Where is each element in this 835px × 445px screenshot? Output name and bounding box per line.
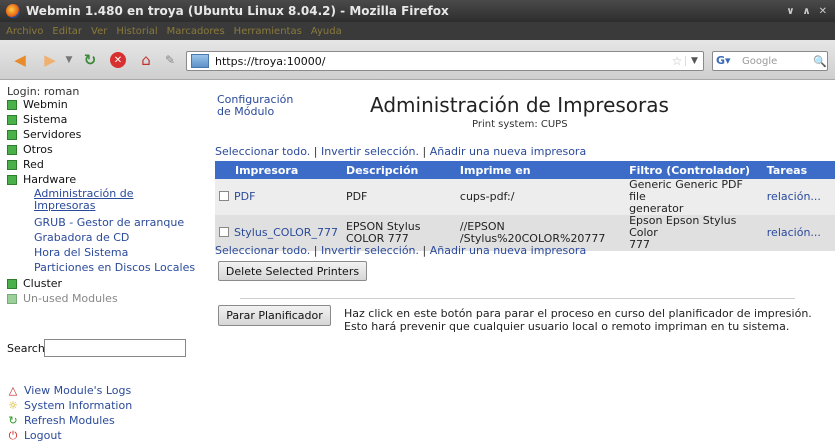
stop-icon[interactable]: ✕ — [108, 50, 128, 70]
main-content: Configuración de Módulo Administración d… — [207, 81, 835, 445]
jobs-link[interactable]: relación... — [767, 226, 821, 239]
category-icon — [7, 114, 17, 125]
row-checkbox[interactable] — [219, 227, 229, 237]
delete-selected-printers-button[interactable]: Delete Selected Printers — [218, 261, 367, 281]
printer-filter: Generic Generic PDF file generator — [625, 179, 763, 215]
module-particiones[interactable]: Particiones en Discos Locales — [34, 262, 195, 274]
window-menu-icon[interactable]: ∨ — [786, 6, 794, 17]
forward-arrow-icon[interactable]: ▶ — [40, 50, 60, 70]
module-administracion-impresoras[interactable]: Administración de Impresoras — [34, 188, 154, 212]
home-icon[interactable]: ⌂ — [136, 50, 156, 70]
menu-historial[interactable]: Historial — [116, 26, 157, 37]
bookmark-icon[interactable]: ✎ — [160, 50, 180, 70]
add-printer-link[interactable]: Añadir una nueva impresora — [430, 244, 586, 257]
category-icon — [7, 174, 17, 185]
category-red[interactable]: Red — [7, 158, 44, 171]
add-printer-link[interactable]: Añadir una nueva impresora — [430, 145, 586, 158]
menubar: Archivo Editar Ver Historial Marcadores … — [0, 22, 835, 40]
window-close-icon[interactable]: ✕ — [819, 6, 827, 17]
stop-scheduler-button[interactable]: Parar Planificador — [218, 305, 331, 326]
url-dropdown-icon[interactable]: ▼ — [685, 56, 703, 66]
site-identity-icon[interactable] — [191, 54, 209, 68]
refresh-modules-link[interactable]: ↻ Refresh Modules — [7, 414, 114, 427]
warning-triangle-icon: △ — [8, 384, 18, 397]
col-descripcion: Descripción — [341, 161, 456, 179]
divider — [240, 298, 795, 299]
system-information-link[interactable]: ☼ System Information — [7, 399, 132, 412]
url-bar[interactable]: https://troya:10000/ ☆ ▼ — [186, 51, 704, 71]
select-all-link[interactable]: Seleccionar todo. — [215, 145, 310, 158]
window-titlebar: Webmin 1.480 en troya (Ubuntu Linux 8.04… — [0, 0, 835, 22]
action-links-top: Seleccionar todo. | Invertir selección. … — [215, 145, 587, 158]
menu-editar[interactable]: Editar — [52, 26, 82, 37]
search-label: Search: — [7, 342, 49, 355]
invert-selection-link[interactable]: Invertir selección. — [321, 145, 419, 158]
module-hora-sistema[interactable]: Hora del Sistema — [34, 247, 128, 259]
printer-filter: Epson Epson Stylus Color 777 — [625, 215, 763, 251]
printer-name-link[interactable]: PDF — [234, 190, 255, 203]
refresh-icon: ↻ — [8, 414, 18, 427]
printer-uri: cups-pdf:/ — [455, 179, 626, 215]
col-imprime-en: Imprime en — [455, 161, 626, 179]
search-icon[interactable]: 🔍 — [813, 55, 827, 68]
logout-icon: ⏻ — [8, 428, 18, 442]
menu-archivo[interactable]: Archivo — [6, 26, 43, 37]
printers-table: Impresora Descripción Imprime en Filtro … — [215, 161, 835, 251]
back-arrow-icon[interactable]: ◀ — [10, 50, 30, 70]
view-logs-link[interactable]: △ View Module's Logs — [7, 384, 131, 397]
navigation-toolbar: ◀ ▶ ▼ ↻ ✕ ⌂ ✎ https://troya:10000/ ☆ ▼ G… — [0, 40, 835, 80]
category-icon — [7, 129, 17, 140]
reload-icon[interactable]: ↻ — [80, 50, 100, 70]
print-system-label: Print system: CUPS — [472, 119, 568, 130]
logout-link[interactable]: ⏻ Logout — [7, 428, 62, 443]
printer-name-link[interactable]: Stylus_COLOR_777 — [234, 226, 338, 239]
category-webmin[interactable]: Webmin — [7, 98, 68, 111]
category-icon — [7, 144, 17, 155]
action-links-bottom: Seleccionar todo. | Invertir selección. … — [215, 244, 587, 257]
col-filtro: Filtro (Controlador) — [625, 161, 763, 179]
window-title: Webmin 1.480 en troya (Ubuntu Linux 8.04… — [26, 4, 449, 18]
history-dropdown-icon[interactable]: ▼ — [64, 50, 74, 70]
page-title: Administración de Impresoras — [370, 93, 669, 117]
window-maximize-icon[interactable]: ∧ — [802, 6, 810, 17]
category-hardware[interactable]: Hardware — [7, 173, 76, 186]
stop-scheduler-explanation: Haz click en este botón para parar el pr… — [344, 307, 812, 333]
webmin-sidebar: Login: roman Webmin Sistema Servidores O… — [0, 81, 205, 445]
info-icon: ☼ — [8, 399, 18, 412]
row-checkbox[interactable] — [219, 191, 229, 201]
menu-marcadores[interactable]: Marcadores — [167, 26, 225, 37]
category-cluster[interactable]: Cluster — [7, 277, 62, 290]
menu-herramientas[interactable]: Herramientas — [234, 26, 302, 37]
category-icon — [7, 99, 17, 110]
module-grabadora-cd[interactable]: Grabadora de CD — [34, 232, 129, 244]
module-search-input[interactable] — [44, 339, 186, 357]
menu-ayuda[interactable]: Ayuda — [311, 26, 342, 37]
jobs-link[interactable]: relación... — [767, 190, 821, 203]
category-icon — [7, 293, 17, 304]
col-tareas: Tareas — [762, 161, 835, 179]
firefox-icon — [6, 4, 20, 18]
table-row: PDF PDF cups-pdf:/ Generic Generic PDF f… — [215, 179, 835, 215]
module-grub[interactable]: GRUB - Gestor de arranque — [34, 217, 184, 229]
printer-description: PDF — [341, 179, 456, 215]
search-placeholder[interactable]: Google — [742, 56, 813, 67]
category-unused-modules[interactable]: Un-used Modules — [7, 292, 118, 305]
col-impresora: Impresora — [215, 161, 342, 179]
category-icon — [7, 278, 17, 289]
star-icon[interactable]: ☆ — [669, 54, 685, 68]
google-engine-icon[interactable]: G▾ — [716, 54, 738, 68]
url-text[interactable]: https://troya:10000/ — [215, 55, 669, 68]
login-label: Login: roman — [7, 85, 80, 98]
search-box[interactable]: G▾ Google 🔍 — [712, 51, 828, 71]
category-icon — [7, 159, 17, 170]
module-config-link[interactable]: Configuración de Módulo — [217, 94, 293, 118]
menu-ver[interactable]: Ver — [91, 26, 107, 37]
category-sistema[interactable]: Sistema — [7, 113, 67, 126]
category-otros[interactable]: Otros — [7, 143, 53, 156]
select-all-link[interactable]: Seleccionar todo. — [215, 244, 310, 257]
category-servidores[interactable]: Servidores — [7, 128, 81, 141]
invert-selection-link[interactable]: Invertir selección. — [321, 244, 419, 257]
